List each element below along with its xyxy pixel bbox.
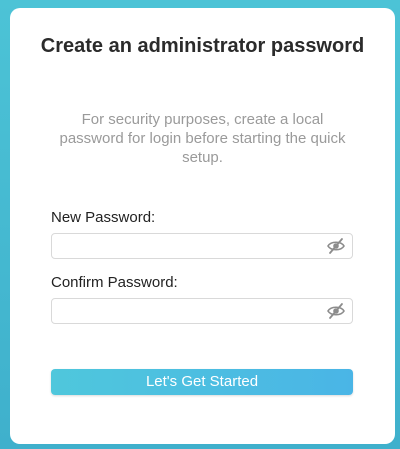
setup-card: Create an administrator password For sec… xyxy=(10,8,395,444)
new-password-input[interactable] xyxy=(52,234,328,258)
eye-slash-icon[interactable] xyxy=(326,302,346,320)
eye-slash-icon[interactable] xyxy=(326,237,346,255)
confirm-password-label: Confirm Password: xyxy=(51,274,178,291)
new-password-label: New Password: xyxy=(51,209,156,226)
page-subtitle: For security purposes, create a local pa… xyxy=(59,111,346,166)
confirm-password-field-container xyxy=(51,298,353,324)
get-started-button[interactable]: Let's Get Started xyxy=(51,369,353,395)
confirm-password-input[interactable] xyxy=(52,299,328,323)
page-title: Create an administrator password xyxy=(40,35,365,57)
new-password-field-container xyxy=(51,233,353,259)
